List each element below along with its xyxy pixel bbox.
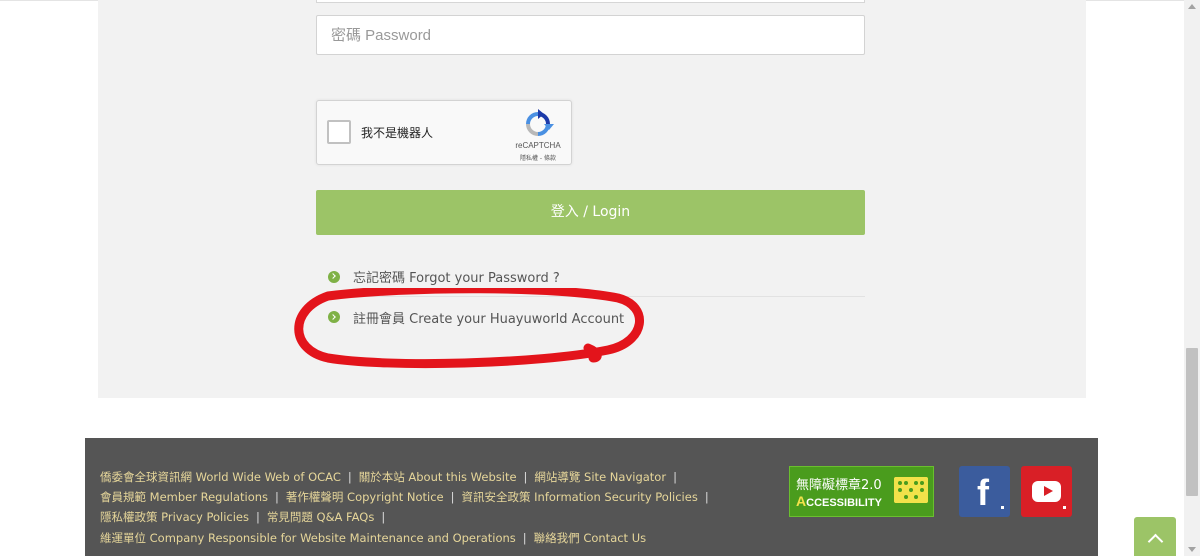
footer-separator: | xyxy=(255,510,260,525)
back-to-top-button[interactable] xyxy=(1134,517,1176,556)
site-footer: 僑委會全球資訊網 World Wide Web of OCAC | 關於本站 Abo… xyxy=(85,438,1098,556)
footer-links: 僑委會全球資訊網 World Wide Web of OCAC | 關於本站 Abo… xyxy=(100,467,780,548)
forgot-password-link[interactable]: 忘記密碼 Forgot your Password ? xyxy=(353,267,560,286)
footer-link-maintenance-company[interactable]: 維運單位 Company Responsible for Website Mai… xyxy=(100,531,516,545)
username-field-edge[interactable] xyxy=(316,0,865,3)
login-button[interactable]: 登入 / Login xyxy=(316,190,865,235)
register-link[interactable]: 註冊會員 Create your Huayuworld Account xyxy=(353,308,624,327)
recaptcha-widget: 我不是機器人 reCAPTCHA 隱私權 - 條款 xyxy=(316,100,572,165)
footer-link-privacy[interactable]: 隱私權政策 Privacy Policies xyxy=(100,510,249,524)
footer-link-security-policies[interactable]: 資訊安全政策 Information Security Policies xyxy=(462,490,698,504)
recaptcha-label: 我不是機器人 xyxy=(361,126,434,140)
scroll-thumb[interactable] xyxy=(1186,348,1198,496)
footer-separator: | xyxy=(347,470,352,484)
recaptcha-logo-icon xyxy=(526,109,554,136)
scroll-up-arrow-icon[interactable] xyxy=(1188,4,1196,9)
footer-links-line-1: 僑委會全球資訊網 World Wide Web of OCAC | 關於本站 Abo… xyxy=(100,467,780,487)
accessibility-badge[interactable]: 無障礙標章2.0 ACCESSIBILITY xyxy=(789,466,934,517)
footer-link-copyright[interactable]: 著作權聲明 Copyright Notice xyxy=(286,490,444,504)
facebook-button[interactable]: f xyxy=(959,466,1010,517)
footer-links-line-4: 維運單位 Company Responsible for Website Mai… xyxy=(100,528,780,548)
footer-separator: | xyxy=(381,510,386,525)
footer-separator: | xyxy=(673,470,677,484)
facebook-icon: f xyxy=(977,472,989,513)
recaptcha-brand: reCAPTCHA xyxy=(515,141,561,150)
forgot-password-row[interactable]: 忘記密碼 Forgot your Password ? xyxy=(316,257,865,297)
footer-separator: | xyxy=(523,470,528,484)
chevron-circle-right-icon xyxy=(328,270,340,283)
register-row[interactable]: 註冊會員 Create your Huayuworld Account xyxy=(316,297,865,337)
footer-link-faq[interactable]: 常見問題 Q&A FAQs xyxy=(267,510,374,524)
footer-link-member-regulations[interactable]: 會員規範 Member Regulations xyxy=(100,490,268,504)
accessibility-badge-subtitle: ACCESSIBILITY xyxy=(796,493,882,509)
footer-links-line-2: 會員規範 Member Regulations | 著作權聲明 Copyright … xyxy=(100,487,780,507)
footer-link-site-navigator[interactable]: 網站導覽 Site Navigator xyxy=(534,470,666,484)
footer-separator: | xyxy=(522,530,527,545)
footer-separator: | xyxy=(704,490,709,505)
chevron-circle-right-icon xyxy=(328,311,340,323)
youtube-button[interactable] xyxy=(1021,466,1072,517)
scroll-down-arrow-icon[interactable] xyxy=(1188,547,1196,552)
youtube-play-icon xyxy=(1044,486,1053,496)
footer-separator: | xyxy=(450,490,455,505)
footer-separator: | xyxy=(275,490,279,505)
scrollbar[interactable] xyxy=(1184,0,1200,556)
recaptcha-privacy-terms-links[interactable]: 隱私權 - 條款 xyxy=(510,153,566,162)
youtube-dot xyxy=(1063,506,1066,509)
password-input[interactable] xyxy=(316,15,865,55)
recaptcha-checkbox[interactable] xyxy=(327,120,351,144)
footer-link-contact[interactable]: 聯絡我們 Contact Us xyxy=(534,531,646,545)
footer-link-about[interactable]: 關於本站 About this Website xyxy=(359,470,517,484)
accessibility-badge-title: 無障礙標章2.0 xyxy=(796,478,882,493)
facebook-dot xyxy=(1001,506,1004,509)
footer-links-line-3: 隱私權政策 Privacy Policies | 常見問題 Q&A FAQs | xyxy=(100,507,780,527)
footer-link-ocac[interactable]: 僑委會全球資訊網 World Wide Web of OCAC xyxy=(100,470,341,484)
braille-icon xyxy=(894,477,928,503)
